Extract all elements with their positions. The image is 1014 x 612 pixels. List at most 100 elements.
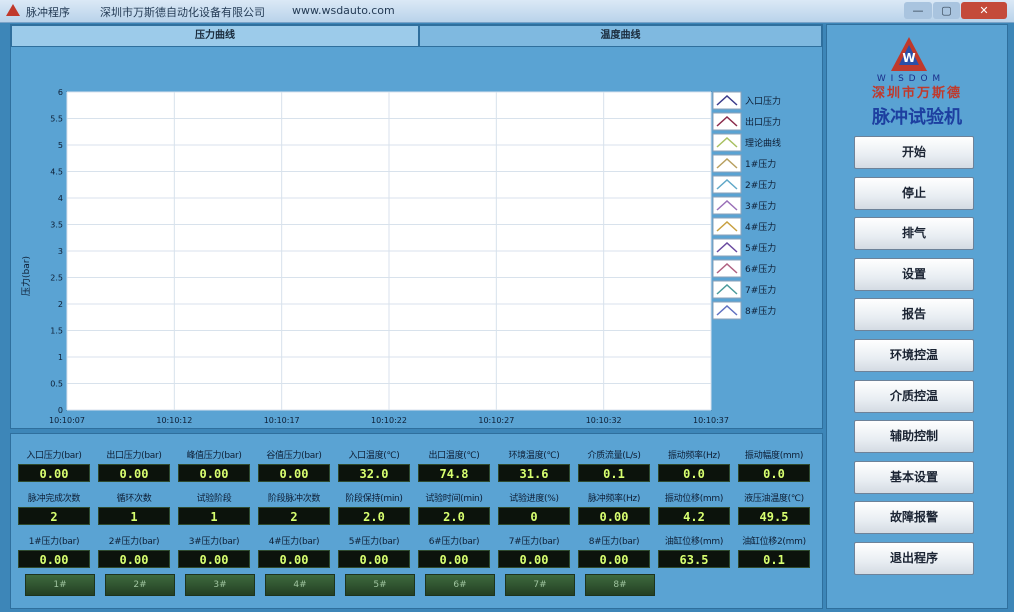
- settings-button[interactable]: 设置: [854, 257, 974, 291]
- y-tick-label: 3.5: [50, 221, 63, 230]
- channel-indicator: 3#: [185, 574, 255, 596]
- reading-label: 阶段脉冲次数: [267, 494, 321, 504]
- reading-value: 4.2: [658, 507, 730, 525]
- legend-item[interactable]: 5#压力: [712, 238, 776, 257]
- report-button[interactable]: 报告: [854, 298, 974, 332]
- y-tick-label: 5.5: [50, 115, 63, 124]
- reading-value: 0.1: [578, 464, 650, 482]
- reading-value: 0.00: [18, 550, 90, 568]
- legend-swatch: [712, 133, 742, 152]
- maximize-button[interactable]: ▢: [933, 2, 960, 19]
- legend-label: 5#压力: [745, 242, 776, 254]
- reading-label: 振动位移(mm): [664, 494, 724, 504]
- aux-control-button[interactable]: 辅助控制: [854, 420, 974, 454]
- window-title: 脉冲程序: [26, 6, 70, 19]
- reading-label: 试验时间(min): [425, 494, 483, 504]
- legend-swatch: [712, 301, 742, 320]
- legend-swatch: [712, 196, 742, 215]
- env-temp-control-button[interactable]: 环境控温: [854, 339, 974, 372]
- reading-value: 2.0: [338, 507, 410, 525]
- title-bar: 脉冲程序 深圳市万斯德自动化设备有限公司 www.wsdauto.com — ▢…: [0, 0, 1014, 23]
- reading-value: 0.00: [98, 464, 170, 482]
- legend-label: 入口压力: [745, 95, 781, 107]
- reading-label: 7#压力(bar): [508, 537, 560, 547]
- company-name: 深圳市万斯德自动化设备有限公司: [100, 6, 265, 19]
- legend-item[interactable]: 3#压力: [712, 196, 776, 215]
- exit-program-button[interactable]: 退出程序: [854, 542, 974, 575]
- reading-label: 8#压力(bar): [588, 537, 640, 547]
- reading-value: 0.00: [98, 550, 170, 568]
- legend-swatch: [712, 91, 742, 110]
- vent-button[interactable]: 排气: [854, 217, 974, 251]
- brand-product: 脉冲试验机: [872, 107, 962, 128]
- close-button[interactable]: ✕: [961, 2, 1007, 19]
- channel-indicator: 5#: [345, 574, 415, 596]
- legend-label: 2#压力: [745, 179, 776, 191]
- legend-label: 7#压力: [745, 284, 776, 296]
- y-tick-label: 5: [58, 141, 63, 150]
- legend-swatch: [712, 238, 742, 257]
- reading-label: 振动幅度(mm): [744, 451, 804, 461]
- reading-value: 2: [18, 507, 90, 525]
- stop-button[interactable]: 停止: [854, 176, 974, 210]
- legend-label: 6#压力: [745, 263, 776, 275]
- reading-label: 5#压力(bar): [348, 537, 400, 547]
- legend-item[interactable]: 2#压力: [712, 175, 776, 194]
- reading-label: 试验进度(%): [509, 494, 559, 504]
- legend-swatch: [712, 175, 742, 194]
- basic-settings-button[interactable]: 基本设置: [854, 460, 974, 494]
- reading-value: 1: [178, 507, 250, 525]
- minimize-button[interactable]: —: [904, 2, 932, 19]
- reading-value: 0.00: [498, 550, 570, 568]
- x-tick-time: 10:10:22: [371, 416, 407, 425]
- reading-value: 0.1: [738, 550, 810, 568]
- legend-label: 3#压力: [745, 200, 776, 212]
- legend-swatch: [712, 217, 742, 236]
- reading-label: 阶段保持(min): [345, 494, 403, 504]
- legend-item[interactable]: 6#压力: [712, 259, 776, 278]
- medium-temp-control-button[interactable]: 介质控温: [854, 379, 974, 413]
- reading-value: 0.00: [18, 464, 90, 482]
- reading-label: 循环次数: [116, 494, 152, 504]
- start-button[interactable]: 开始: [854, 136, 974, 169]
- legend-label: 出口压力: [745, 116, 781, 128]
- reading-value: 1: [98, 507, 170, 525]
- reading-label: 振动频率(Hz): [667, 451, 721, 461]
- legend-item[interactable]: 1#压力: [712, 154, 776, 173]
- pressure-chart: 压力(bar) 0 0.5 1 1.5 2 2.5 3 3.5 4 4.5 5 5.5 6 10:10:…: [20, 88, 781, 425]
- legend-item[interactable]: 4#压力: [712, 217, 776, 236]
- channel-indicator: 6#: [425, 574, 495, 596]
- tab-pressure-curve[interactable]: 压力曲线: [11, 25, 419, 47]
- y-tick-label: 4: [58, 194, 63, 203]
- reading-value: 0: [498, 507, 570, 525]
- y-tick-label: 2: [58, 300, 63, 309]
- channel-indicator: 4#: [265, 574, 335, 596]
- legend-item[interactable]: 8#压力: [712, 301, 776, 320]
- channel-indicator: 8#: [585, 574, 655, 596]
- legend-swatch: [712, 259, 742, 278]
- channel-indicator: 1#: [25, 574, 95, 596]
- reading-value: 2: [258, 507, 330, 525]
- x-tick-time: 10:10:17: [264, 416, 300, 425]
- channel-indicator: 2#: [105, 574, 175, 596]
- reading-value: 31.6: [498, 464, 570, 482]
- legend-item[interactable]: 出口压力: [712, 112, 781, 131]
- legend-item[interactable]: 理论曲线: [712, 133, 781, 152]
- y-tick-label: 3: [58, 247, 63, 256]
- reading-label: 出口温度(℃): [428, 451, 480, 461]
- reading-value: 63.5: [658, 550, 730, 568]
- reading-value: 0.00: [578, 507, 650, 525]
- brand-company: 深圳市万斯德: [871, 86, 962, 101]
- reading-label: 谷值压力(bar): [266, 451, 322, 461]
- legend-item[interactable]: 7#压力: [712, 280, 776, 299]
- tab-temperature-curve[interactable]: 温度曲线: [419, 25, 822, 47]
- reading-label: 油缸位移2(mm): [742, 537, 806, 547]
- fault-alarm-button[interactable]: 故障报警: [854, 501, 974, 535]
- reading-value: 32.0: [338, 464, 410, 482]
- reading-value: 0.00: [178, 550, 250, 568]
- reading-label: 脉冲频率(Hz): [587, 494, 641, 504]
- legend-item[interactable]: 入口压力: [712, 91, 781, 110]
- x-tick-time: 10:10:37: [693, 416, 729, 425]
- reading-label: 试验阶段: [196, 494, 232, 504]
- reading-label: 4#压力(bar): [268, 537, 320, 547]
